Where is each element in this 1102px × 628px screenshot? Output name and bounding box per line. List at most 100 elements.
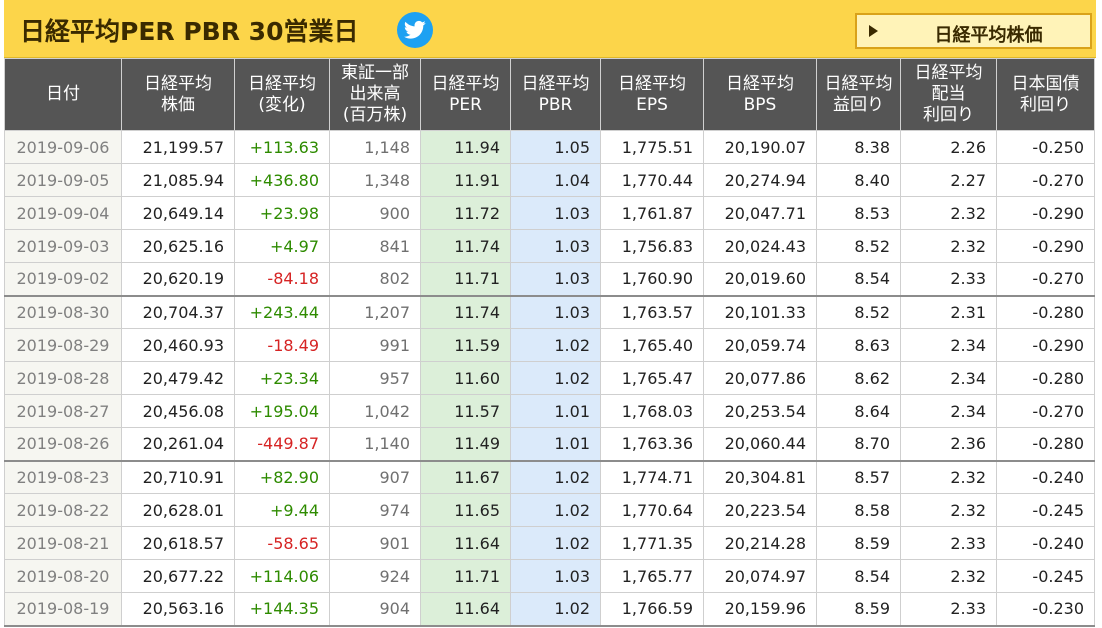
cell-jgb-yield: -0.270 [996,394,1095,428]
cell-per: 11.71 [420,262,511,296]
table-row: 2019-08-26 20,261.04 -449.87 1,140 11.49 1.01… [4,427,1095,461]
cell-date: 2019-08-22 [4,493,122,527]
cell-earnings-yield: 8.54 [816,559,901,593]
cell-jgb-yield: -0.240 [996,526,1095,560]
column-header-nikkei-per: 日経平均 PER [420,58,511,131]
cell-bps: 20,060.44 [703,427,817,461]
cell-pbr: 1.02 [510,526,601,560]
cell-bps: 20,101.33 [703,294,817,329]
table-row: 2019-08-20 20,677.22 +114.06 924 11.71 1.03 1,… [4,559,1095,593]
cell-earnings-yield: 8.57 [816,459,901,494]
cell-dividend-yield: 2.31 [900,294,997,329]
table-row: 2019-09-04 20,649.14 +23.98 900 11.72 1.03 1,7… [4,196,1095,230]
cell-date: 2019-08-19 [4,592,122,627]
table-row: 2019-09-06 21,199.57 +113.63 1,148 11.94 1.05… [4,130,1095,164]
cell-bps: 20,214.28 [703,526,817,560]
cell-price: 20,710.91 [121,459,235,494]
cell-jgb-yield: -0.240 [996,459,1095,494]
cell-pbr: 1.03 [510,559,601,593]
cell-jgb-yield: -0.290 [996,196,1095,230]
cell-earnings-yield: 8.40 [816,163,901,197]
column-header-line: 日経平均 [431,73,500,94]
column-header-nikkei-price: 日経平均 株価 [121,58,235,131]
nikkei-price-nav-button[interactable]: 日経平均株価 [855,13,1092,49]
column-header-line: PBR [538,94,573,115]
cell-date: 2019-09-05 [4,163,122,197]
cell-eps: 1,765.40 [600,328,704,362]
cell-dividend-yield: 2.26 [900,130,997,164]
cell-jgb-yield: -0.290 [996,328,1095,362]
cell-date: 2019-08-20 [4,559,122,593]
cell-jgb-yield: -0.290 [996,229,1095,263]
column-header-line: 日経平均 [248,73,316,94]
column-header-nikkei-pbr: 日経平均 PBR [510,58,601,131]
column-header-line: PER [449,94,482,115]
column-header-nikkei-bps: 日経平均 BPS [703,58,817,131]
cell-price: 21,085.94 [121,163,235,197]
column-header-line: 出来高 [349,84,401,104]
cell-pbr: 1.02 [510,361,601,395]
cell-per: 11.91 [420,163,511,197]
cell-price: 20,704.37 [121,294,235,329]
cell-date: 2019-08-27 [4,394,122,428]
cell-per: 11.72 [420,196,511,230]
cell-dividend-yield: 2.27 [900,163,997,197]
cell-jgb-yield: -0.250 [996,130,1095,164]
cell-bps: 20,019.60 [703,262,817,296]
cell-date: 2019-08-29 [4,328,122,362]
table-row: 2019-08-29 20,460.93 -18.49 991 11.59 1.02 1,7… [4,328,1095,362]
cell-eps: 1,770.64 [600,493,704,527]
cell-volume: 924 [329,559,421,593]
nikkei-per-pbr-table: 日付 日経平均 株価 日経平均 (変化) 東証一部 出来高 (百万株) 日経平均 PER 日経平均 P… [4,58,1095,627]
twitter-share-button[interactable] [397,12,433,48]
cell-bps: 20,159.96 [703,592,817,627]
table-row: 2019-08-21 20,618.57 -58.65 901 11.64 1.02 1,7… [4,526,1095,560]
cell-pbr: 1.01 [510,427,601,461]
cell-pbr: 1.02 [510,493,601,527]
cell-jgb-yield: -0.245 [996,493,1095,527]
column-header-line: 東証一部 [341,63,409,83]
column-header-line: 益回り [833,94,884,115]
cell-dividend-yield: 2.32 [900,493,997,527]
cell-jgb-yield: -0.230 [996,592,1095,627]
cell-date: 2019-08-23 [4,459,122,494]
cell-date: 2019-08-30 [4,294,122,329]
table-row: 2019-08-30 20,704.37 +243.44 1,207 11.74 1.03… [4,294,1095,329]
cell-price: 20,620.19 [121,262,235,296]
column-header-line: 日経平均 [521,73,590,94]
cell-price: 20,460.93 [121,328,235,362]
page: 日経平均PER PBR 30営業日 日経平均株価 日付 日経平均 株価 日経平均 (変 [0,0,1102,628]
cell-volume: 907 [329,459,421,494]
cell-pbr: 1.01 [510,394,601,428]
cell-change: +82.90 [234,459,330,494]
column-header-line: 日経平均 [144,73,212,94]
cell-earnings-yield: 8.59 [816,526,901,560]
cell-date: 2019-09-04 [4,196,122,230]
column-header-date: 日付 [4,58,122,131]
column-header-tse-volume: 東証一部 出来高 (百万株) [329,58,421,131]
column-header-line: EPS [636,94,668,115]
cell-change: +243.44 [234,294,330,329]
cell-bps: 20,304.81 [703,459,817,494]
cell-date: 2019-08-26 [4,427,122,461]
cell-per: 11.59 [420,328,511,362]
cell-date: 2019-09-06 [4,130,122,164]
cell-bps: 20,024.43 [703,229,817,263]
column-header-line: BPS [743,94,777,115]
cell-jgb-yield: -0.270 [996,163,1095,197]
cell-eps: 1,763.57 [600,294,704,329]
cell-earnings-yield: 8.58 [816,493,901,527]
column-header-jgb-yield: 日本国債 利回り [996,58,1095,131]
cell-dividend-yield: 2.34 [900,328,997,362]
cell-volume: 957 [329,361,421,395]
cell-eps: 1,763.36 [600,427,704,461]
cell-pbr: 1.02 [510,459,601,494]
cell-jgb-yield: -0.245 [996,559,1095,593]
table-row: 2019-08-27 20,456.08 +195.04 1,042 11.57 1.01… [4,394,1095,428]
cell-date: 2019-08-21 [4,526,122,560]
cell-date: 2019-09-02 [4,262,122,296]
table-row: 2019-08-28 20,479.42 +23.34 957 11.60 1.02 1,7… [4,361,1095,395]
table-row: 2019-08-19 20,563.16 +144.35 904 11.64 1.02 1,… [4,592,1095,627]
column-header-line: 日経平均 [726,73,794,94]
cell-eps: 1,771.35 [600,526,704,560]
